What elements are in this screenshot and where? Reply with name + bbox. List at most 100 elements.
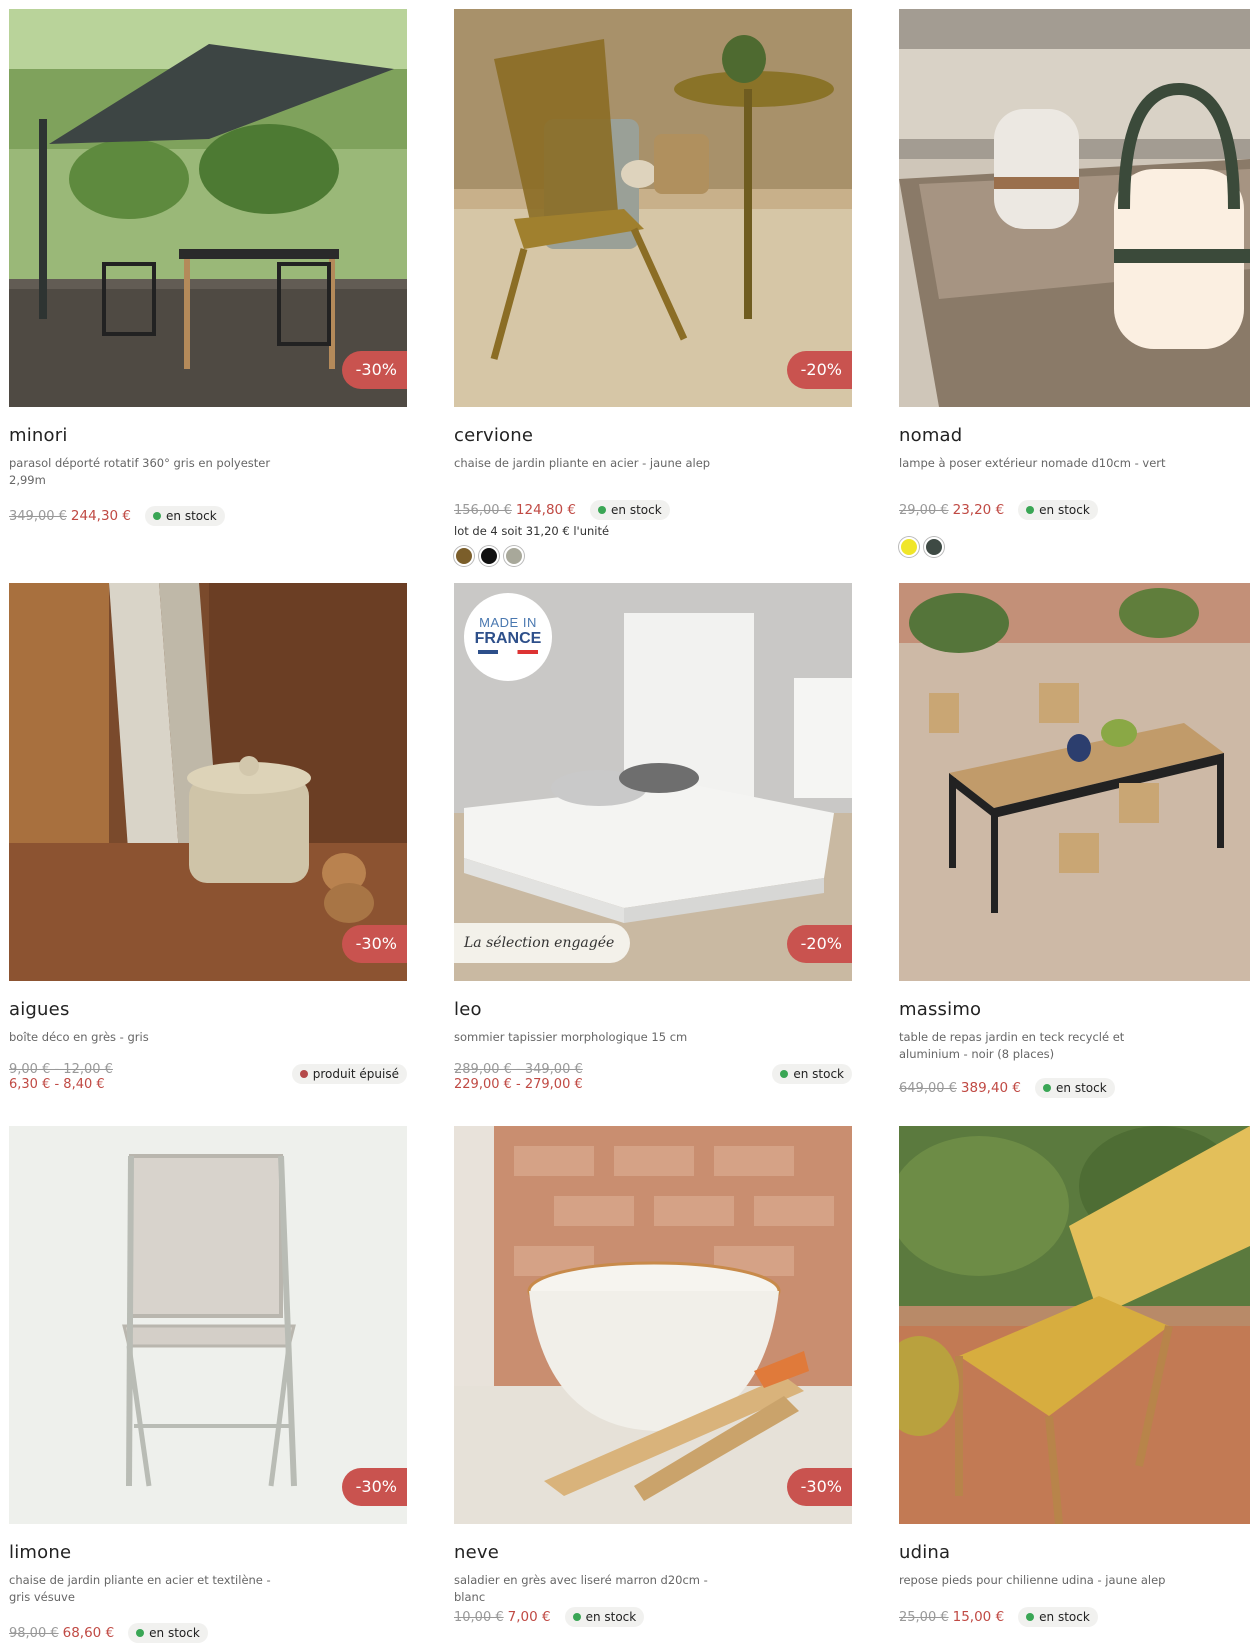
product-card-massimo[interactable]: massimo table de repas jardin en teck re… (899, 583, 1250, 1098)
product-image[interactable] (899, 583, 1250, 981)
stock-area: produit épuisé (282, 1063, 407, 1084)
lot-info: lot de 4 soit 31,20 € l'unité (454, 524, 610, 538)
product-title[interactable]: limone (9, 1542, 71, 1563)
price-row: 29,00 € 23,20 € en stock (899, 500, 1098, 520)
stock-label: en stock (1039, 1610, 1090, 1624)
selection-engagee-tag: La sélection engagée (454, 923, 631, 963)
product-card-aigues[interactable]: -30% aigues boîte déco en grès - gris 9,… (9, 583, 407, 1092)
product-description: chaise de jardin pliante en acier - jaun… (454, 456, 711, 470)
product-description: chaise de jardin pliante en acier et tex… (9, 1573, 271, 1604)
stock-label: produit épuisé (312, 1067, 399, 1081)
color-swatches (454, 546, 524, 566)
new-price: 68,60 € (62, 1625, 115, 1641)
stock-area: en stock (762, 1063, 852, 1084)
product-title[interactable]: neve (454, 1542, 499, 1563)
product-image[interactable]: -20% (454, 9, 852, 407)
new-price: 244,30 € (70, 508, 132, 524)
stock-label: en stock (166, 509, 217, 523)
product-card-leo[interactable]: MADE IN FRANCE La sélection engagée -20%… (454, 583, 852, 1092)
stock-badge: en stock (1018, 500, 1098, 520)
green-dot-icon (136, 1629, 145, 1637)
price-row: 10,00 € 7,00 € en stock (454, 1607, 645, 1627)
stock-badge: produit épuisé (291, 1064, 407, 1084)
product-card-limone[interactable]: -30% limone chaise de jardin pliante en … (9, 1126, 407, 1643)
discount-badge: -30% (341, 1468, 407, 1506)
new-price: 23,20 € (952, 502, 1005, 518)
stock-badge: en stock (564, 1607, 645, 1627)
product-image[interactable]: -30% (9, 1126, 407, 1524)
stock-badge: en stock (1035, 1078, 1115, 1098)
product-title[interactable]: nomad (899, 425, 962, 446)
green-dot-icon (598, 506, 607, 514)
price-row: 98,00 € 68,60 € en stock (9, 1623, 208, 1643)
swatch-yellow[interactable] (899, 537, 919, 557)
product-title[interactable]: cervione (454, 425, 533, 446)
old-price: 10,00 € (454, 1609, 504, 1625)
stock-badge: en stock (590, 500, 670, 520)
folding-chair-photo (454, 9, 852, 407)
product-card-minori[interactable]: -30% minori parasol déporté rotatif 360°… (9, 9, 407, 526)
price-row: 25,00 € 15,00 € en stock (899, 1607, 1098, 1627)
product-title[interactable]: aigues (9, 999, 70, 1020)
grey-folding-chair-photo (9, 1126, 407, 1524)
product-card-nomad[interactable]: nomad lampe à poser extérieur nomade d10… (899, 9, 1250, 557)
product-title[interactable]: leo (454, 999, 482, 1020)
swatch-black[interactable] (479, 546, 499, 566)
green-dot-icon (1026, 1613, 1035, 1621)
stock-label: en stock (1039, 503, 1090, 517)
product-title[interactable]: minori (9, 425, 68, 446)
new-price: 389,40 € (960, 1080, 1022, 1096)
product-image[interactable]: -30% (454, 1126, 852, 1524)
product-description: repose pieds pour chilienne udina - jaun… (899, 1573, 1166, 1587)
discount-badge: -30% (786, 1468, 852, 1506)
product-description: boîte déco en grès - gris (9, 1030, 149, 1044)
stock-label: en stock (611, 503, 662, 517)
product-description: parasol déporté rotatif 360° gris en pol… (9, 456, 271, 487)
product-image[interactable] (899, 9, 1250, 407)
price-row: 349,00 € 244,30 € en stock (9, 506, 225, 526)
green-dot-icon (1026, 506, 1035, 514)
footrest-photo (899, 1126, 1250, 1524)
product-card-udina[interactable]: udina repose pieds pour chilienne udina … (899, 1126, 1250, 1627)
ceramic-box-photo (9, 583, 407, 981)
green-dot-icon (1043, 1084, 1052, 1092)
old-price: 289,00 € - 349,00 € (454, 1062, 583, 1077)
new-price: 15,00 € (952, 1609, 1005, 1625)
old-price: 9,00 € - 12,00 € (9, 1062, 113, 1077)
product-description: lampe à poser extérieur nomade d10cm - v… (899, 456, 1166, 470)
discount-badge: -20% (786, 925, 852, 963)
product-image[interactable]: -30% (9, 9, 407, 407)
green-dot-icon (572, 1613, 581, 1621)
made-in-france-logo: MADE IN FRANCE (464, 593, 552, 681)
green-dot-icon (153, 512, 162, 520)
old-price: 649,00 € (899, 1080, 957, 1096)
parasol-terrace-photo (9, 9, 407, 407)
new-price: 6,30 € - 8,40 € (9, 1077, 105, 1092)
product-card-neve[interactable]: -30% neve saladier en grès avec liseré m… (454, 1126, 852, 1627)
product-description: table de repas jardin en teck recyclé et… (899, 1030, 1125, 1061)
stock-label: en stock (1056, 1081, 1107, 1095)
product-description: sommier tapissier morphologique 15 cm (454, 1030, 688, 1044)
discount-badge: -20% (786, 351, 852, 389)
outdoor-lamp-photo (899, 9, 1250, 407)
discount-badge: -30% (341, 925, 407, 963)
product-title[interactable]: massimo (899, 999, 981, 1020)
stock-badge: en stock (1018, 1607, 1098, 1627)
new-price: 229,00 € - 279,00 € (454, 1077, 583, 1092)
old-price: 25,00 € (899, 1609, 949, 1625)
swatch-grey[interactable] (504, 546, 524, 566)
new-price: 124,80 € (515, 502, 577, 518)
product-card-cervione[interactable]: -20% cervione chaise de jardin pliante e… (454, 9, 852, 566)
swatch-brown[interactable] (454, 546, 474, 566)
product-image[interactable]: -30% (9, 583, 407, 981)
price-row: 156,00 € 124,80 € en stock (454, 500, 670, 520)
green-dot-icon (780, 1070, 789, 1078)
stock-label: en stock (585, 1610, 637, 1624)
old-price: 349,00 € (9, 508, 67, 524)
product-title[interactable]: udina (899, 1542, 950, 1563)
product-image[interactable]: MADE IN FRANCE La sélection engagée -20% (454, 583, 852, 981)
product-description: saladier en grès avec liseré marron d20c… (454, 1573, 708, 1604)
product-image[interactable] (899, 1126, 1250, 1524)
old-price: 156,00 € (454, 502, 512, 518)
swatch-green[interactable] (924, 537, 944, 557)
